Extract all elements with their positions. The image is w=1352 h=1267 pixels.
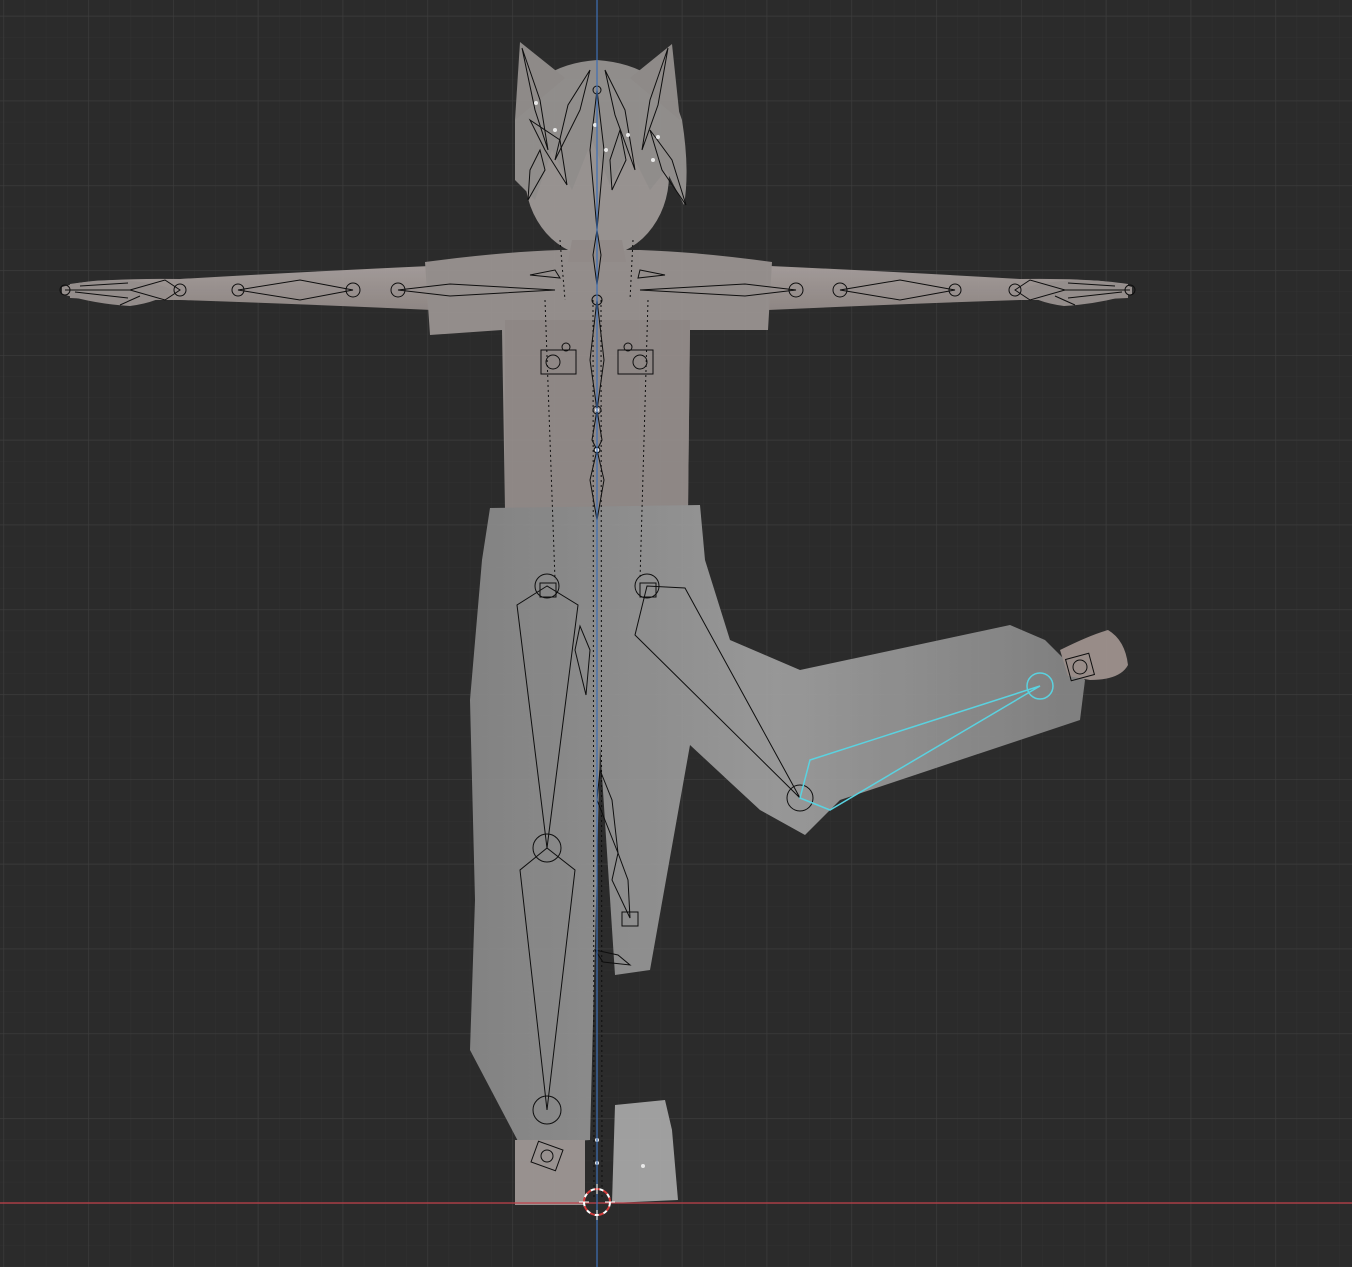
shoe-mesh bbox=[612, 1100, 678, 1203]
viewport-canvas[interactable] bbox=[0, 0, 1352, 1267]
3d-viewport[interactable] bbox=[0, 0, 1352, 1267]
left-foot-mesh bbox=[515, 1140, 585, 1205]
